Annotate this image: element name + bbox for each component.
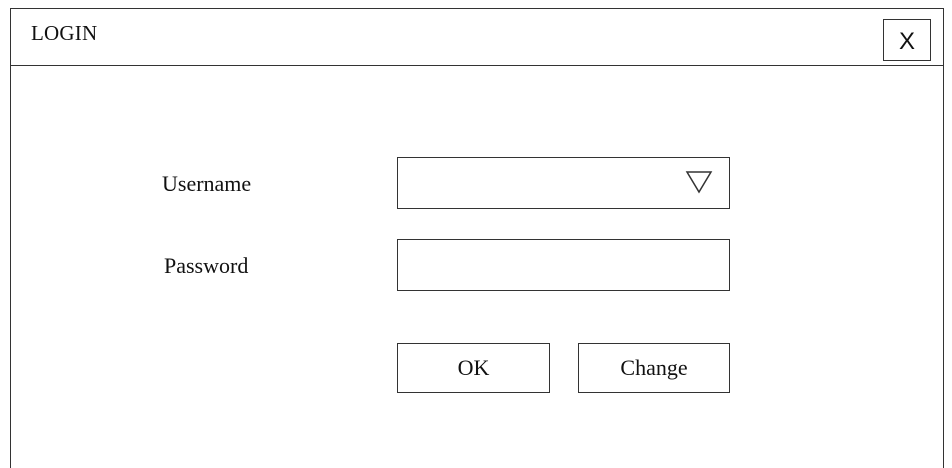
- change-button[interactable]: Change: [578, 343, 730, 393]
- username-combobox[interactable]: [397, 157, 730, 209]
- login-dialog: LOGIN X Username Password OK Change: [10, 8, 944, 468]
- dialog-title: LOGIN: [31, 21, 98, 45]
- password-field[interactable]: [397, 239, 730, 291]
- password-label: Password: [164, 253, 249, 278]
- close-button[interactable]: X: [883, 19, 931, 61]
- dropdown-arrow-icon[interactable]: [685, 170, 713, 194]
- username-label: Username: [162, 171, 252, 196]
- ok-button[interactable]: OK: [397, 343, 550, 393]
- title-bar: LOGIN X: [11, 9, 943, 66]
